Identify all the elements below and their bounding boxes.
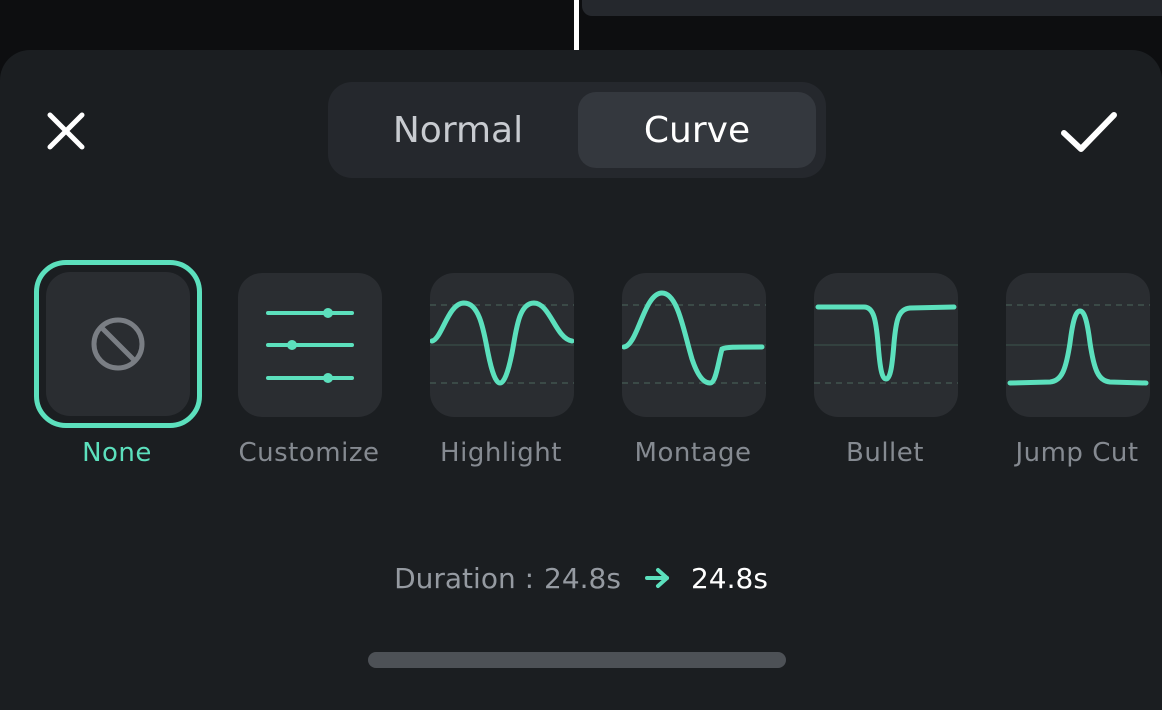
preset-label: Jump Cut (1015, 438, 1139, 468)
preset-tile (814, 273, 958, 417)
curve-preset-list: None Customize Highlight Montage Bullet … (0, 260, 1162, 480)
checkmark-icon (1061, 112, 1117, 152)
bullet-curve-icon (814, 304, 958, 384)
timeline-track (582, 0, 1162, 16)
no-entry-icon (91, 317, 145, 371)
preset-tile (430, 273, 574, 417)
close-button[interactable] (40, 105, 92, 157)
preset-tile (238, 273, 382, 417)
jump-cut-curve-icon (1006, 304, 1150, 386)
arrow-right-icon (644, 567, 671, 589)
duration-result: 24.8s (690, 561, 768, 595)
preset-tile (622, 273, 766, 417)
preset-tile (1006, 273, 1150, 417)
preset-tile (46, 272, 190, 416)
sliders-icon (266, 308, 354, 383)
close-icon (47, 112, 85, 150)
preset-label: Bullet (846, 438, 924, 468)
tab-normal[interactable]: Normal (338, 92, 578, 168)
preset-label: Highlight (440, 438, 562, 468)
preset-label: None (82, 438, 152, 468)
highlight-curve-icon (430, 300, 574, 386)
playhead-line (574, 0, 579, 50)
preset-label: Montage (634, 438, 752, 468)
duration-original: 24.8s (544, 561, 621, 595)
home-indicator[interactable] (368, 652, 786, 668)
tab-curve[interactable]: Curve (578, 92, 816, 168)
montage-curve-icon (622, 290, 766, 386)
duration-summary: Duration : 24.8s 24.8s (0, 556, 1162, 600)
preset-label: Customize (238, 438, 380, 468)
confirm-button[interactable] (1054, 103, 1124, 161)
duration-label: Duration : (394, 561, 535, 595)
mode-segmented-control: Normal Curve (328, 82, 826, 178)
